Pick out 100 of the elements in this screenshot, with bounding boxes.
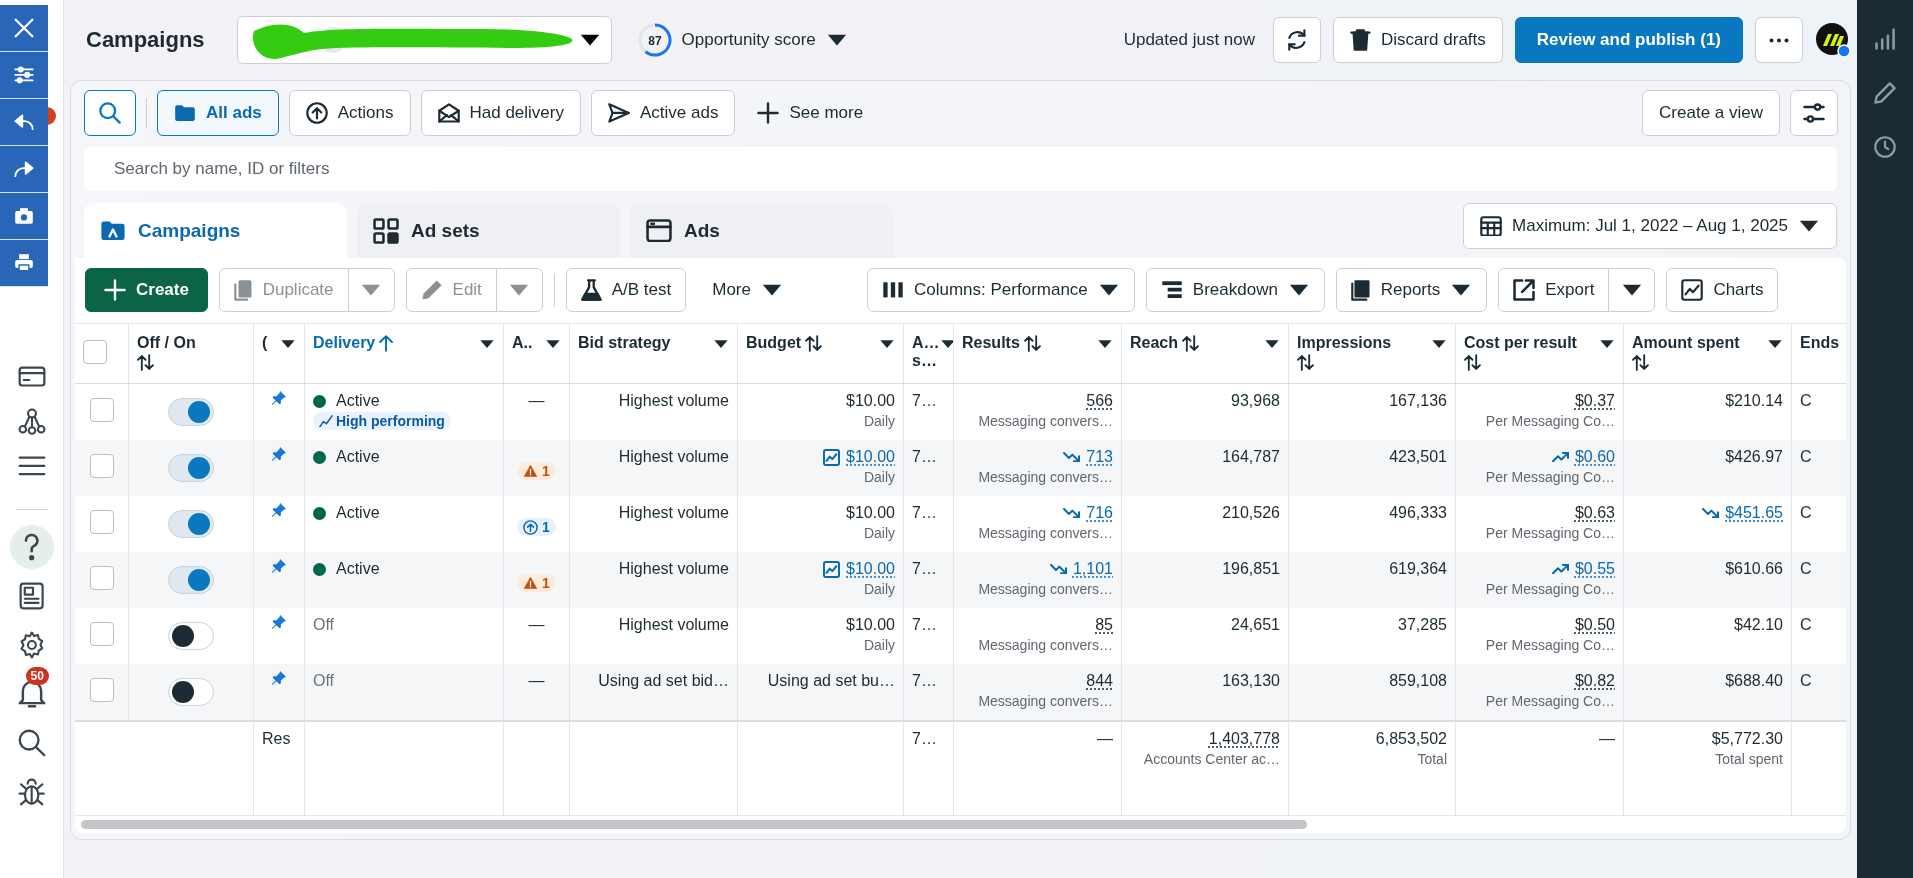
table-cell-text: 7…: [912, 730, 938, 748]
column-header[interactable]: Results: [962, 334, 1020, 352]
budget-link[interactable]: $10.00: [823, 448, 895, 466]
checkbox[interactable]: [89, 622, 114, 646]
caret-icon: [939, 339, 953, 350]
scrollbar[interactable]: [81, 820, 1307, 829]
redo-button[interactable]: [0, 146, 48, 193]
metric-link[interactable]: $0.55: [1551, 560, 1615, 578]
metric-value: 844: [1086, 672, 1113, 690]
caret-icon: [879, 339, 895, 350]
checkbox[interactable]: [83, 340, 107, 364]
opportunity-score-button[interactable]: 87 Opportunity score: [637, 23, 848, 57]
table-cell: 196,851: [1222, 560, 1280, 578]
total-caption: Total: [1417, 751, 1447, 767]
toolbar-button[interactable]: A/B test: [565, 268, 687, 312]
caret-icon: [713, 339, 729, 350]
alert-count: 1: [542, 519, 550, 535]
plus-icon: [104, 279, 126, 301]
metric-caption: Messaging convers…: [978, 693, 1113, 709]
view-settings-button[interactable]: [1790, 90, 1838, 136]
filter-chip[interactable]: All ads: [157, 90, 279, 136]
column-header[interactable]: Ends: [1800, 334, 1840, 352]
checkbox[interactable]: [89, 398, 114, 422]
metric-value: $42.10: [1734, 616, 1783, 634]
close-button[interactable]: [0, 5, 48, 52]
see-more-button[interactable]: See more: [745, 102, 876, 124]
refresh-button[interactable]: [1273, 17, 1322, 63]
bid-strategy: Highest volume: [618, 504, 729, 522]
metric-link[interactable]: $0.60: [1551, 448, 1615, 466]
column-header[interactable]: Off / On: [137, 334, 196, 352]
filter-chip[interactable]: Active ads: [591, 90, 736, 136]
toolbar-button[interactable]: Columns: Performance: [866, 268, 1135, 312]
checkbox[interactable]: [89, 454, 114, 478]
caret-icon: [1450, 282, 1473, 298]
column-header[interactable]: Impressions: [1297, 334, 1392, 352]
metric-link[interactable]: $451.65: [1702, 504, 1783, 522]
metric-value: $426.97: [1725, 448, 1783, 466]
publish-button[interactable]: Review and publish (1): [1514, 17, 1743, 63]
metric-link[interactable]: 713: [1063, 448, 1113, 466]
flask-icon: [580, 279, 602, 301]
bar-chart-icon: [1874, 28, 1896, 50]
screenshot-button[interactable]: [0, 193, 48, 240]
caret-icon: [760, 282, 783, 298]
metric-link[interactable]: 716: [1063, 504, 1113, 522]
bid-strategy: Highest volume: [618, 448, 729, 466]
toggle-switch[interactable]: [168, 510, 214, 538]
caret-icon: [1767, 339, 1783, 350]
column-header[interactable]: Delivery: [313, 334, 376, 352]
checkbox[interactable]: [89, 510, 114, 534]
checkbox[interactable]: [89, 678, 114, 702]
network-icon: [17, 408, 46, 436]
toggle-switch[interactable]: [168, 678, 214, 706]
send-icon: [608, 103, 630, 123]
column-header[interactable]: Reach: [1130, 334, 1179, 352]
toggle-switch[interactable]: [168, 398, 214, 426]
date-range-button[interactable]: Maximum: Jul 1, 2022 – Aug 1, 2025: [1463, 203, 1837, 249]
calendar-icon: [1480, 215, 1503, 237]
clock-icon: [1874, 136, 1896, 158]
budget-link[interactable]: $10.00: [823, 560, 895, 578]
column-header[interactable]: Bid strategy: [578, 334, 671, 352]
metric-caption: Per Messaging Co…: [1485, 581, 1615, 597]
camera-icon: [14, 207, 34, 225]
status-dot: [313, 450, 326, 464]
tab[interactable]: Ad sets: [357, 203, 620, 258]
chart-icon: [1681, 279, 1704, 301]
adjust-button[interactable]: [0, 52, 48, 99]
column-header[interactable]: Budget: [746, 334, 802, 352]
search-field[interactable]: Search by name, ID or filters: [84, 147, 1837, 191]
column-header[interactable]: (: [262, 334, 268, 352]
toolbar-button[interactable]: Breakdown: [1145, 268, 1325, 312]
total-value: 1,403,778: [1208, 730, 1280, 748]
column-header[interactable]: A… s…: [912, 334, 940, 370]
checkbox[interactable]: [89, 566, 114, 590]
column-header[interactable]: A..: [512, 334, 533, 352]
status-dot: [313, 506, 326, 520]
create-view-button[interactable]: Create a view: [1642, 90, 1780, 136]
search-button[interactable]: [84, 90, 136, 136]
sliders-icon: [1803, 102, 1825, 124]
print-button[interactable]: [0, 240, 48, 287]
column-header[interactable]: Cost per result: [1464, 334, 1577, 352]
table-cell-text: C: [1800, 560, 1813, 578]
column-header[interactable]: Amount spent: [1632, 334, 1740, 352]
toolbar-button[interactable]: Create: [85, 268, 208, 312]
filter-chip[interactable]: Actions: [288, 90, 411, 136]
tab[interactable]: Campaigns: [84, 203, 347, 258]
toolbar-button[interactable]: Reports: [1335, 268, 1488, 312]
tab[interactable]: Ads: [630, 203, 893, 258]
account-avatar[interactable]: [1815, 22, 1851, 58]
toggle-switch[interactable]: [168, 454, 214, 482]
window-icon: [646, 218, 672, 243]
table-cell: 164,787: [1222, 448, 1280, 466]
filter-chip[interactable]: Had delivery: [420, 90, 581, 136]
dropdown-button[interactable]: [1608, 269, 1655, 311]
metric-link[interactable]: 1,101: [1049, 560, 1113, 578]
toggle-switch[interactable]: [168, 566, 214, 594]
toggle-switch[interactable]: [168, 622, 214, 650]
undo-button[interactable]: [0, 99, 48, 146]
discard-drafts-button[interactable]: Discard drafts: [1333, 17, 1503, 63]
copy-icon: [233, 279, 253, 301]
toolbar-button[interactable]: Charts: [1666, 268, 1779, 312]
